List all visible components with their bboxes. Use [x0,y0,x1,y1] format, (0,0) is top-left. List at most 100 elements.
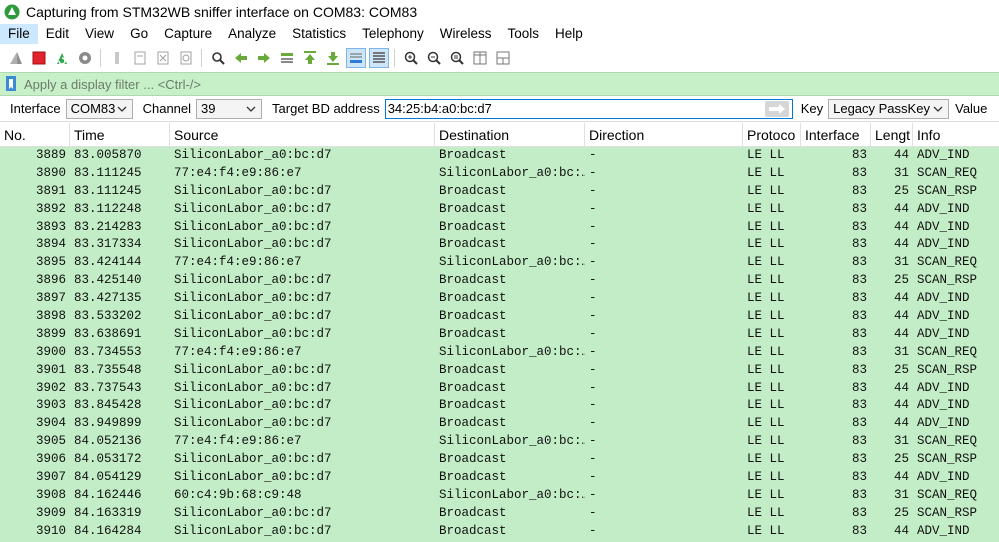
auto-scroll-icon[interactable] [345,48,366,68]
packet-source: SiliconLabor_a0:bc:d7 [174,219,332,234]
display-filter-input[interactable] [24,74,999,94]
packet-destination: Broadcast [439,398,507,413]
packet-no: 3904 [35,416,66,431]
column-header-info[interactable]: Info [913,123,999,147]
table-row[interactable]: 3898 83.533202 SiliconLabor_a0:bc:d7 Broadc… [0,308,999,326]
packet-interface: 83 [851,362,867,377]
packet-interface: 83 [851,148,867,162]
packet-destination: Broadcast [439,219,507,234]
table-row[interactable]: 3900 83.734553 77:e4:f4:e9:86:e7 SiliconLab… [0,344,999,362]
go-to-packet-icon[interactable] [277,48,297,68]
packet-info: SCAN_REQ [917,344,978,359]
table-row[interactable]: 3902 83.737543 SiliconLabor_a0:bc:d7 Broadc… [0,380,999,398]
key-select[interactable]: Legacy PassKey [828,98,950,119]
zoom-in-icon[interactable] [401,48,421,68]
menu-capture[interactable]: Capture [156,24,220,44]
save-file-icon[interactable] [130,48,150,68]
menu-wireless[interactable]: Wireless [432,24,500,44]
toolbar-separator [100,49,101,67]
packet-protocol: LE LL [747,505,785,520]
resize-columns-icon[interactable] [470,48,490,68]
column-header-destination[interactable]: Destination [435,123,585,147]
table-row[interactable]: 3904 83.949899 SiliconLabor_a0:bc:d7 Broadc… [0,415,999,433]
menu-file[interactable]: File [0,24,38,44]
table-row[interactable]: 3909 84.163319 SiliconLabor_a0:bc:d7 Broadc… [0,505,999,523]
capture-options-gear-icon[interactable] [75,48,95,68]
packet-protocol: LE LL [747,523,785,538]
packet-protocol: LE LL [747,255,785,270]
table-row[interactable]: 3897 83.427135 SiliconLabor_a0:bc:d7 Broadc… [0,290,999,308]
column-header-length[interactable]: Lengt [871,123,913,147]
menu-statistics[interactable]: Statistics [284,24,354,44]
packet-interface: 83 [851,487,867,502]
target-bd-address-input[interactable] [384,98,793,119]
table-row[interactable]: 3903 83.845428 SiliconLabor_a0:bc:d7 Broadc… [0,397,999,415]
stop-square-icon[interactable] [29,48,49,68]
column-header-time[interactable]: Time [70,123,170,147]
menu-view[interactable]: View [77,24,122,44]
table-row[interactable]: 3889 83.005870 SiliconLabor_a0:bc:d7 Broadc… [0,147,999,165]
menu-help[interactable]: Help [547,24,591,44]
close-file-icon[interactable] [153,48,173,68]
zoom-out-icon[interactable] [424,48,444,68]
go-last-icon[interactable] [323,48,343,68]
table-row[interactable]: 3893 83.214283 SiliconLabor_a0:bc:d7 Broadc… [0,219,999,237]
go-forward-icon[interactable] [254,48,274,68]
table-row[interactable]: 3895 83.424144 77:e4:f4:e9:86:e7 SiliconLab… [0,254,999,272]
find-packet-icon[interactable] [208,48,228,68]
table-row[interactable]: 3899 83.638691 SiliconLabor_a0:bc:d7 Broadc… [0,326,999,344]
shark-fin-start-icon[interactable] [6,48,26,68]
column-header-direction[interactable]: Direction [585,123,743,147]
table-row[interactable]: 3892 83.112248 SiliconLabor_a0:bc:d7 Broadc… [0,201,999,219]
menu-edit[interactable]: Edit [38,24,77,44]
packet-protocol: LE LL [747,309,785,324]
packet-destination: SiliconLabor_a0:bc:… [439,344,585,359]
packet-direction: - [589,505,597,520]
packet-no: 3894 [35,237,66,252]
packet-direction: - [589,219,597,234]
table-row[interactable]: 3906 84.053172 SiliconLabor_a0:bc:d7 Broadc… [0,451,999,469]
packet-source: 77:e4:f4:e9:86:e7 [174,165,302,180]
arrow-right-icon [768,103,785,114]
toolbar-separator [201,49,202,67]
open-file-icon[interactable] [107,48,127,68]
packet-interface: 83 [851,165,867,180]
menu-telephony[interactable]: Telephony [354,24,432,44]
packet-direction: - [589,326,597,341]
layout-panes-icon[interactable] [493,48,513,68]
table-row[interactable]: 3896 83.425140 SiliconLabor_a0:bc:d7 Broadc… [0,272,999,290]
menu-tools[interactable]: Tools [499,24,547,44]
channel-select[interactable]: 39 [196,98,263,119]
menu-go[interactable]: Go [122,24,156,44]
zoom-normal-icon[interactable] [447,48,467,68]
apply-target-button[interactable] [764,100,789,117]
interface-select[interactable]: COM83 [65,98,133,119]
table-row[interactable]: 3905 84.052136 77:e4:f4:e9:86:e7 SiliconLab… [0,433,999,451]
packet-no: 3899 [35,326,66,341]
packet-time: 84.162446 [74,487,142,502]
packet-destination: Broadcast [439,237,507,252]
go-first-icon[interactable] [300,48,320,68]
column-header-no[interactable]: No. [0,123,70,147]
table-row[interactable]: 3908 84.162446 60:c4:9b:68:c9:48 SiliconLab… [0,487,999,505]
column-header-source[interactable]: Source [170,123,435,147]
table-row[interactable]: 3907 84.054129 SiliconLabor_a0:bc:d7 Broadc… [0,469,999,487]
packet-time: 83.424144 [74,255,142,270]
table-row[interactable]: 3910 84.164284 SiliconLabor_a0:bc:d7 Broadc… [0,523,999,541]
column-header-interface[interactable]: Interface [801,123,871,147]
reload-file-icon[interactable] [176,48,196,68]
colorize-icon[interactable] [368,48,389,68]
table-row[interactable]: 3890 83.111245 77:e4:f4:e9:86:e7 SiliconLab… [0,165,999,183]
menu-analyze[interactable]: Analyze [220,24,284,44]
table-row[interactable]: 3901 83.735548 SiliconLabor_a0:bc:d7 Broadc… [0,362,999,380]
restart-capture-icon[interactable] [52,48,72,68]
table-row[interactable]: 3891 83.111245 SiliconLabor_a0:bc:d7 Broadc… [0,183,999,201]
table-row[interactable]: 3894 83.317334 SiliconLabor_a0:bc:d7 Broadc… [0,236,999,254]
column-header-protocol[interactable]: Protoco [743,123,801,147]
packet-direction: - [589,470,597,485]
go-back-icon[interactable] [231,48,251,68]
packet-length: 31 [893,165,909,180]
bookmark-icon[interactable] [4,75,20,93]
packet-info: ADV_IND [917,237,970,252]
packet-direction: - [589,398,597,413]
